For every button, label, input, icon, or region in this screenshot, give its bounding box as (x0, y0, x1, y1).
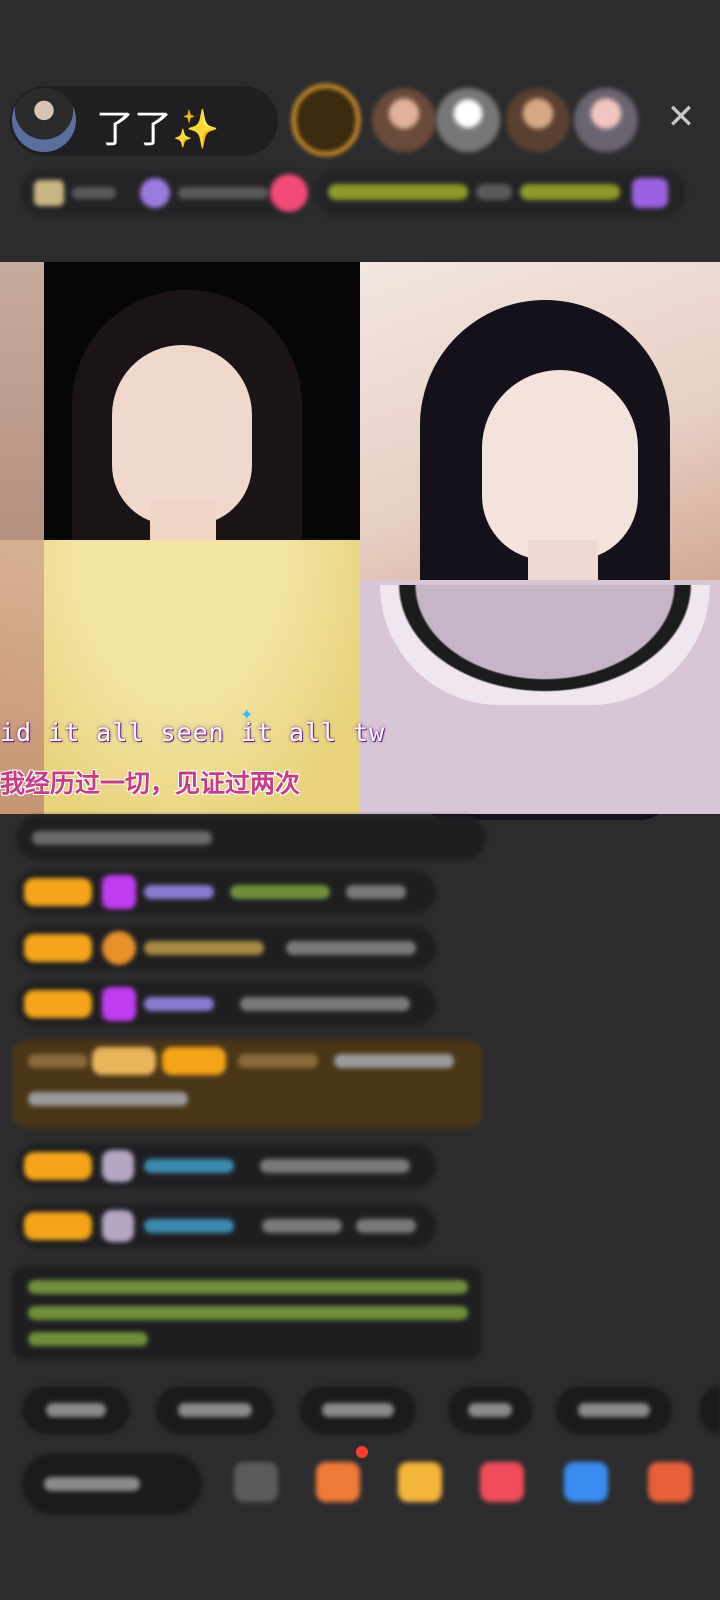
viewer-avatar[interactable] (436, 88, 500, 152)
quick-phrase-button[interactable] (22, 1386, 130, 1434)
chat-username (144, 997, 214, 1011)
chat-username (238, 1054, 318, 1068)
chat-username (144, 885, 214, 899)
placeholder-text (178, 187, 268, 199)
chat-message[interactable] (16, 982, 436, 1026)
level-badge (92, 1047, 156, 1075)
level-badge (24, 990, 92, 1018)
chat-message[interactable] (16, 816, 486, 860)
chat-text (286, 941, 416, 955)
level-badge (162, 1047, 226, 1075)
host-name: 了了✨ (96, 107, 220, 151)
performer-left-face (112, 345, 252, 525)
follow-icon[interactable] (270, 174, 308, 212)
notice-text (28, 1332, 148, 1346)
quick-phrase-button[interactable] (156, 1386, 274, 1434)
chat-text (28, 1054, 88, 1068)
comment-placeholder (44, 1477, 140, 1491)
lyric-chinese: 我经历过一切，见证过两次 (0, 769, 301, 798)
close-icon[interactable]: ✕ (664, 100, 698, 134)
quick-phrase-text (178, 1403, 252, 1417)
chat-text (262, 1219, 342, 1233)
shop-icon[interactable] (398, 1462, 442, 1502)
placeholder-text (72, 187, 116, 199)
notice-text (28, 1306, 468, 1320)
chat-text (356, 1219, 416, 1233)
room-info-bar[interactable] (20, 170, 310, 216)
gem-icon (102, 875, 136, 909)
performer-right-face (482, 370, 638, 560)
quick-phrase-text (322, 1403, 394, 1417)
viewer-avatar[interactable] (574, 88, 638, 152)
chat-text (32, 831, 212, 845)
chat-message[interactable] (16, 1204, 436, 1248)
gift-box-icon[interactable] (316, 1462, 360, 1502)
chat-text (346, 885, 406, 899)
chat-text (260, 1159, 410, 1173)
chat-text (230, 885, 330, 899)
chat-username (144, 1159, 234, 1173)
chat-text (28, 1092, 188, 1106)
quick-phrase-button[interactable] (300, 1386, 416, 1434)
chat-gift-message[interactable] (12, 1040, 482, 1128)
chat-message[interactable] (16, 870, 436, 914)
viewer-avatar-top[interactable] (292, 84, 360, 156)
notification-dot (356, 1446, 368, 1458)
shield-icon (102, 1210, 134, 1242)
rank-icon (34, 180, 64, 206)
game-icon[interactable] (564, 1462, 608, 1502)
host-avatar[interactable] (12, 88, 76, 152)
gem-icon (102, 987, 136, 1021)
room-tags-bar[interactable] (314, 170, 686, 216)
quick-phrase-text (578, 1403, 650, 1417)
gift-icon[interactable] (632, 178, 668, 208)
quick-phrase-button[interactable] (556, 1386, 672, 1434)
emoji-icon[interactable] (234, 1462, 278, 1502)
chat-text (240, 997, 410, 1011)
chat-text (334, 1054, 454, 1068)
quick-phrase-text (46, 1403, 106, 1417)
quick-phrase-button[interactable] (448, 1386, 532, 1434)
gift-icon[interactable] (648, 1462, 692, 1502)
comment-input[interactable] (22, 1454, 202, 1514)
quick-phrase-button[interactable] (700, 1386, 720, 1434)
tag-label (476, 184, 512, 200)
tag-label (328, 184, 468, 200)
viewer-avatar[interactable] (506, 88, 570, 152)
lyric-english: id it all seen it all tw (0, 718, 386, 747)
quick-phrase-text (468, 1403, 512, 1417)
chat-username (144, 1219, 234, 1233)
tag-label (520, 184, 620, 200)
level-badge (24, 878, 92, 906)
fan-badge-icon (102, 931, 136, 965)
shield-icon (102, 1150, 134, 1182)
system-notice (12, 1266, 482, 1360)
chat-message[interactable] (16, 926, 436, 970)
level-badge (24, 1212, 92, 1240)
level-badge (24, 1152, 92, 1180)
chat-username (144, 941, 264, 955)
level-badge (24, 934, 92, 962)
notice-text (28, 1280, 468, 1294)
chat-message[interactable] (16, 1144, 436, 1188)
interaction-icon[interactable] (480, 1462, 524, 1502)
fan-icon (140, 178, 170, 208)
viewer-avatar[interactable] (372, 88, 436, 152)
